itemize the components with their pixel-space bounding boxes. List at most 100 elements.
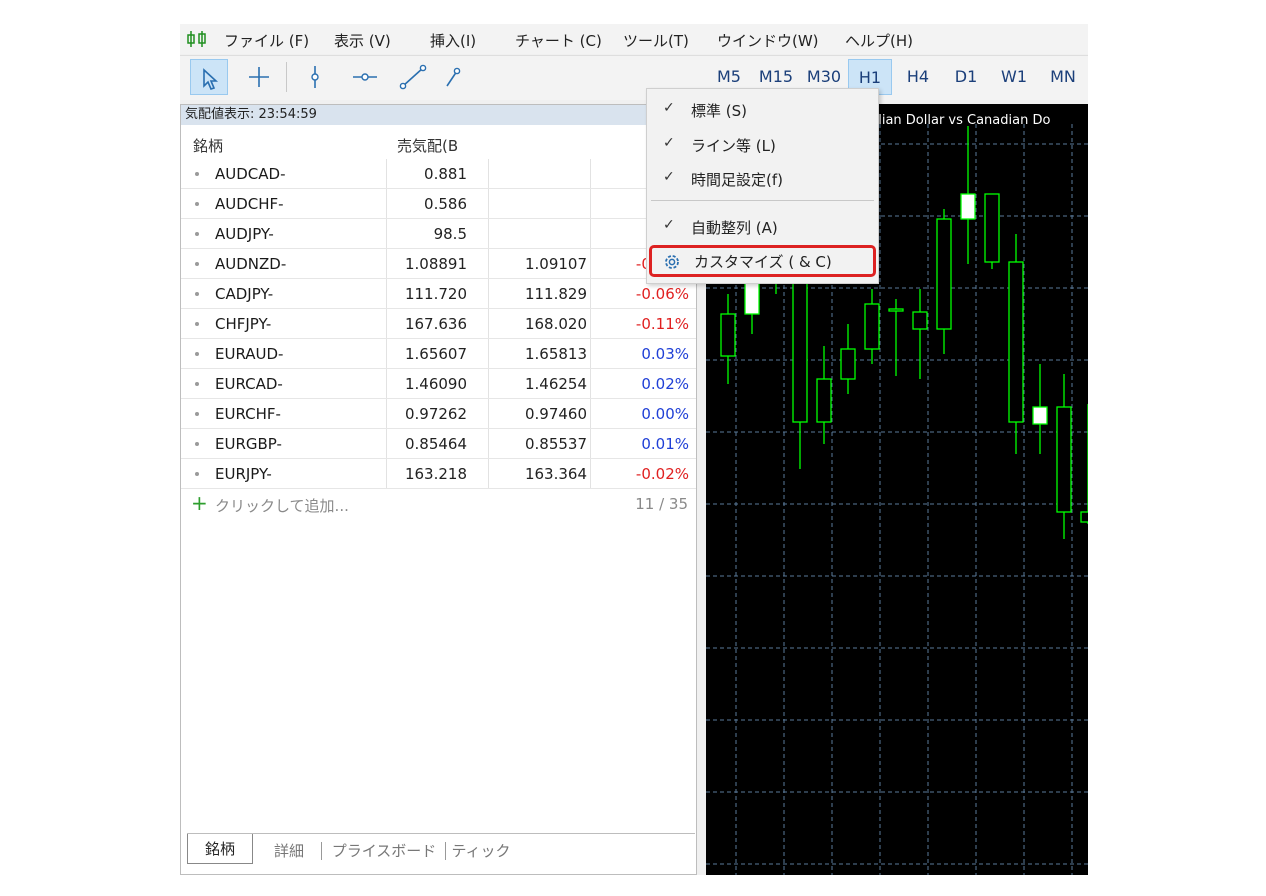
symbol-name: EURCAD- (215, 375, 283, 393)
trend-line-tool-button[interactable] (394, 59, 432, 95)
tab-price-board[interactable]: プライスボード (325, 838, 443, 864)
symbol-name: EURAUD- (215, 345, 284, 363)
ask-price: 1.46254 (524, 375, 587, 393)
column-header-symbol[interactable]: 銘柄 (193, 135, 223, 156)
symbol-row[interactable]: AUDJPY- 98.5 (181, 219, 696, 249)
daily-change: 0.01% (641, 435, 689, 453)
candle-body (1080, 511, 1088, 523)
candle-body (864, 303, 880, 350)
candle-body (960, 193, 976, 220)
tab-separator (445, 842, 446, 860)
timeframe-w1[interactable]: W1 (994, 59, 1034, 95)
symbol-name: AUDJPY- (215, 225, 274, 243)
bid-price: 98.5 (433, 225, 467, 243)
symbol-row[interactable]: EURGBP- 0.85464 0.85537 0.01% (181, 429, 696, 459)
menu-item-label: 標準 (S) (691, 102, 747, 120)
menu-item-label: カスタマイズ ( & C) (694, 253, 832, 271)
tab-details[interactable]: 詳細 (259, 838, 319, 864)
candle-body (1008, 261, 1024, 423)
timeframe-h4[interactable]: H4 (898, 59, 938, 95)
menu-item-customize[interactable]: カスタマイズ ( & C) (649, 245, 876, 277)
symbol-bullet-icon (195, 292, 199, 296)
column-divider (590, 159, 591, 189)
symbol-row[interactable]: CHFJPY- 167.636 168.020 -0.11% (181, 309, 696, 339)
column-divider (488, 219, 489, 249)
column-header-bid[interactable]: 売気配(B (397, 135, 458, 156)
menu-item-timeframes[interactable]: ✓ 時間足設定(f) (647, 163, 878, 193)
candle-body (720, 313, 736, 357)
column-divider (488, 429, 489, 459)
tab-symbols[interactable]: 銘柄 (187, 834, 253, 864)
menu-item-auto-arrange[interactable]: ✓ 自動整列 (A) (647, 211, 878, 241)
symbol-count: 11 / 35 (635, 495, 688, 513)
bid-price: 1.65607 (404, 345, 467, 363)
column-divider (488, 279, 489, 309)
candle-body (840, 348, 856, 380)
crosshair-icon (249, 67, 269, 87)
menu-insert[interactable]: 挿入(I) (430, 30, 476, 51)
symbol-row[interactable]: CADJPY- 111.720 111.829 -0.06% (181, 279, 696, 309)
menu-item-label: 自動整列 (A) (691, 219, 778, 237)
check-icon: ✓ (663, 169, 675, 185)
menu-item-standard[interactable]: ✓ 標準 (S) (647, 94, 878, 124)
crosshair-tool-button[interactable] (240, 59, 278, 95)
menu-view[interactable]: 表示 (V) (334, 30, 391, 51)
symbol-name: EURCHF- (215, 405, 281, 423)
column-divider (488, 159, 489, 189)
menu-chart[interactable]: チャート (C) (515, 30, 602, 51)
column-divider (488, 189, 489, 219)
menu-tools[interactable]: ツール(T) (623, 30, 689, 51)
symbol-row[interactable]: AUDCHF- 0.586 (181, 189, 696, 219)
trend-line-icon (399, 64, 427, 90)
column-divider (590, 249, 591, 279)
timeframe-d1[interactable]: D1 (946, 59, 986, 95)
ask-price: 1.09107 (524, 255, 587, 273)
symbol-row[interactable]: EURCHF- 0.97262 0.97460 0.00% (181, 399, 696, 429)
daily-change: -0.02% (635, 465, 689, 483)
candle-body (1056, 406, 1072, 513)
mt5-window: ファイル (F) 表示 (V) 挿入(I) チャート (C) ツール(T) ウイ… (180, 24, 1088, 875)
column-divider (488, 339, 489, 369)
vertical-line-tool-button[interactable] (296, 59, 334, 95)
menu-help[interactable]: ヘルプ(H) (845, 30, 913, 51)
menu-file[interactable]: ファイル (F) (224, 30, 309, 51)
cursor-tool-button[interactable] (190, 59, 228, 95)
column-divider (590, 189, 591, 219)
symbol-bullet-icon (195, 322, 199, 326)
column-divider (590, 219, 591, 249)
symbol-bullet-icon (195, 172, 199, 176)
symbol-row[interactable]: AUDNZD-1.088911.09107-0.17% (181, 249, 696, 279)
symbol-row[interactable]: EURAUD- 1.65607 1.65813 0.03% (181, 339, 696, 369)
tab-ticks[interactable]: ティック (449, 838, 513, 864)
plus-icon: + (191, 491, 208, 515)
bid-price: 1.08891 (404, 255, 467, 273)
daily-change: -0.06% (635, 285, 689, 303)
add-symbol-row[interactable]: + クリックして追加... 11 / 35 (181, 489, 696, 519)
market-watch-title: 気配値表示: 23:54:59 (181, 105, 696, 125)
symbol-name: AUDNZD- (215, 255, 287, 273)
menu-item-lines[interactable]: ✓ ライン等 (L) (647, 129, 878, 159)
symbol-name: AUDCAD- (215, 165, 286, 183)
candle-body (912, 311, 928, 330)
menu-window[interactable]: ウインドウ(W) (717, 30, 819, 51)
timeframe-mn[interactable]: MN (1042, 59, 1084, 95)
gear-icon (665, 255, 679, 269)
symbol-row[interactable]: EURJPY- 163.218 163.364 -0.02% (181, 459, 696, 489)
market-watch-header: 銘柄 売気配(B (181, 129, 696, 159)
symbol-name: CHFJPY- (215, 315, 272, 333)
symbol-bullet-icon (195, 262, 199, 266)
symbol-row[interactable]: AUDCAD- 0.881 (181, 159, 696, 189)
candle-body (984, 193, 1000, 263)
vertical-line-icon (311, 66, 319, 88)
cursor-arrow-icon (203, 68, 219, 90)
column-divider (590, 399, 591, 429)
column-divider (488, 399, 489, 429)
column-divider (488, 459, 489, 489)
symbol-row[interactable]: EURCAD- 1.46090 1.46254 0.02% (181, 369, 696, 399)
ask-price: 1.65813 (524, 345, 587, 363)
horizontal-line-icon (353, 73, 377, 81)
candle-body (1032, 406, 1048, 425)
channel-tool-button[interactable] (438, 59, 476, 95)
column-divider (590, 369, 591, 399)
horizontal-line-tool-button[interactable] (346, 59, 384, 95)
